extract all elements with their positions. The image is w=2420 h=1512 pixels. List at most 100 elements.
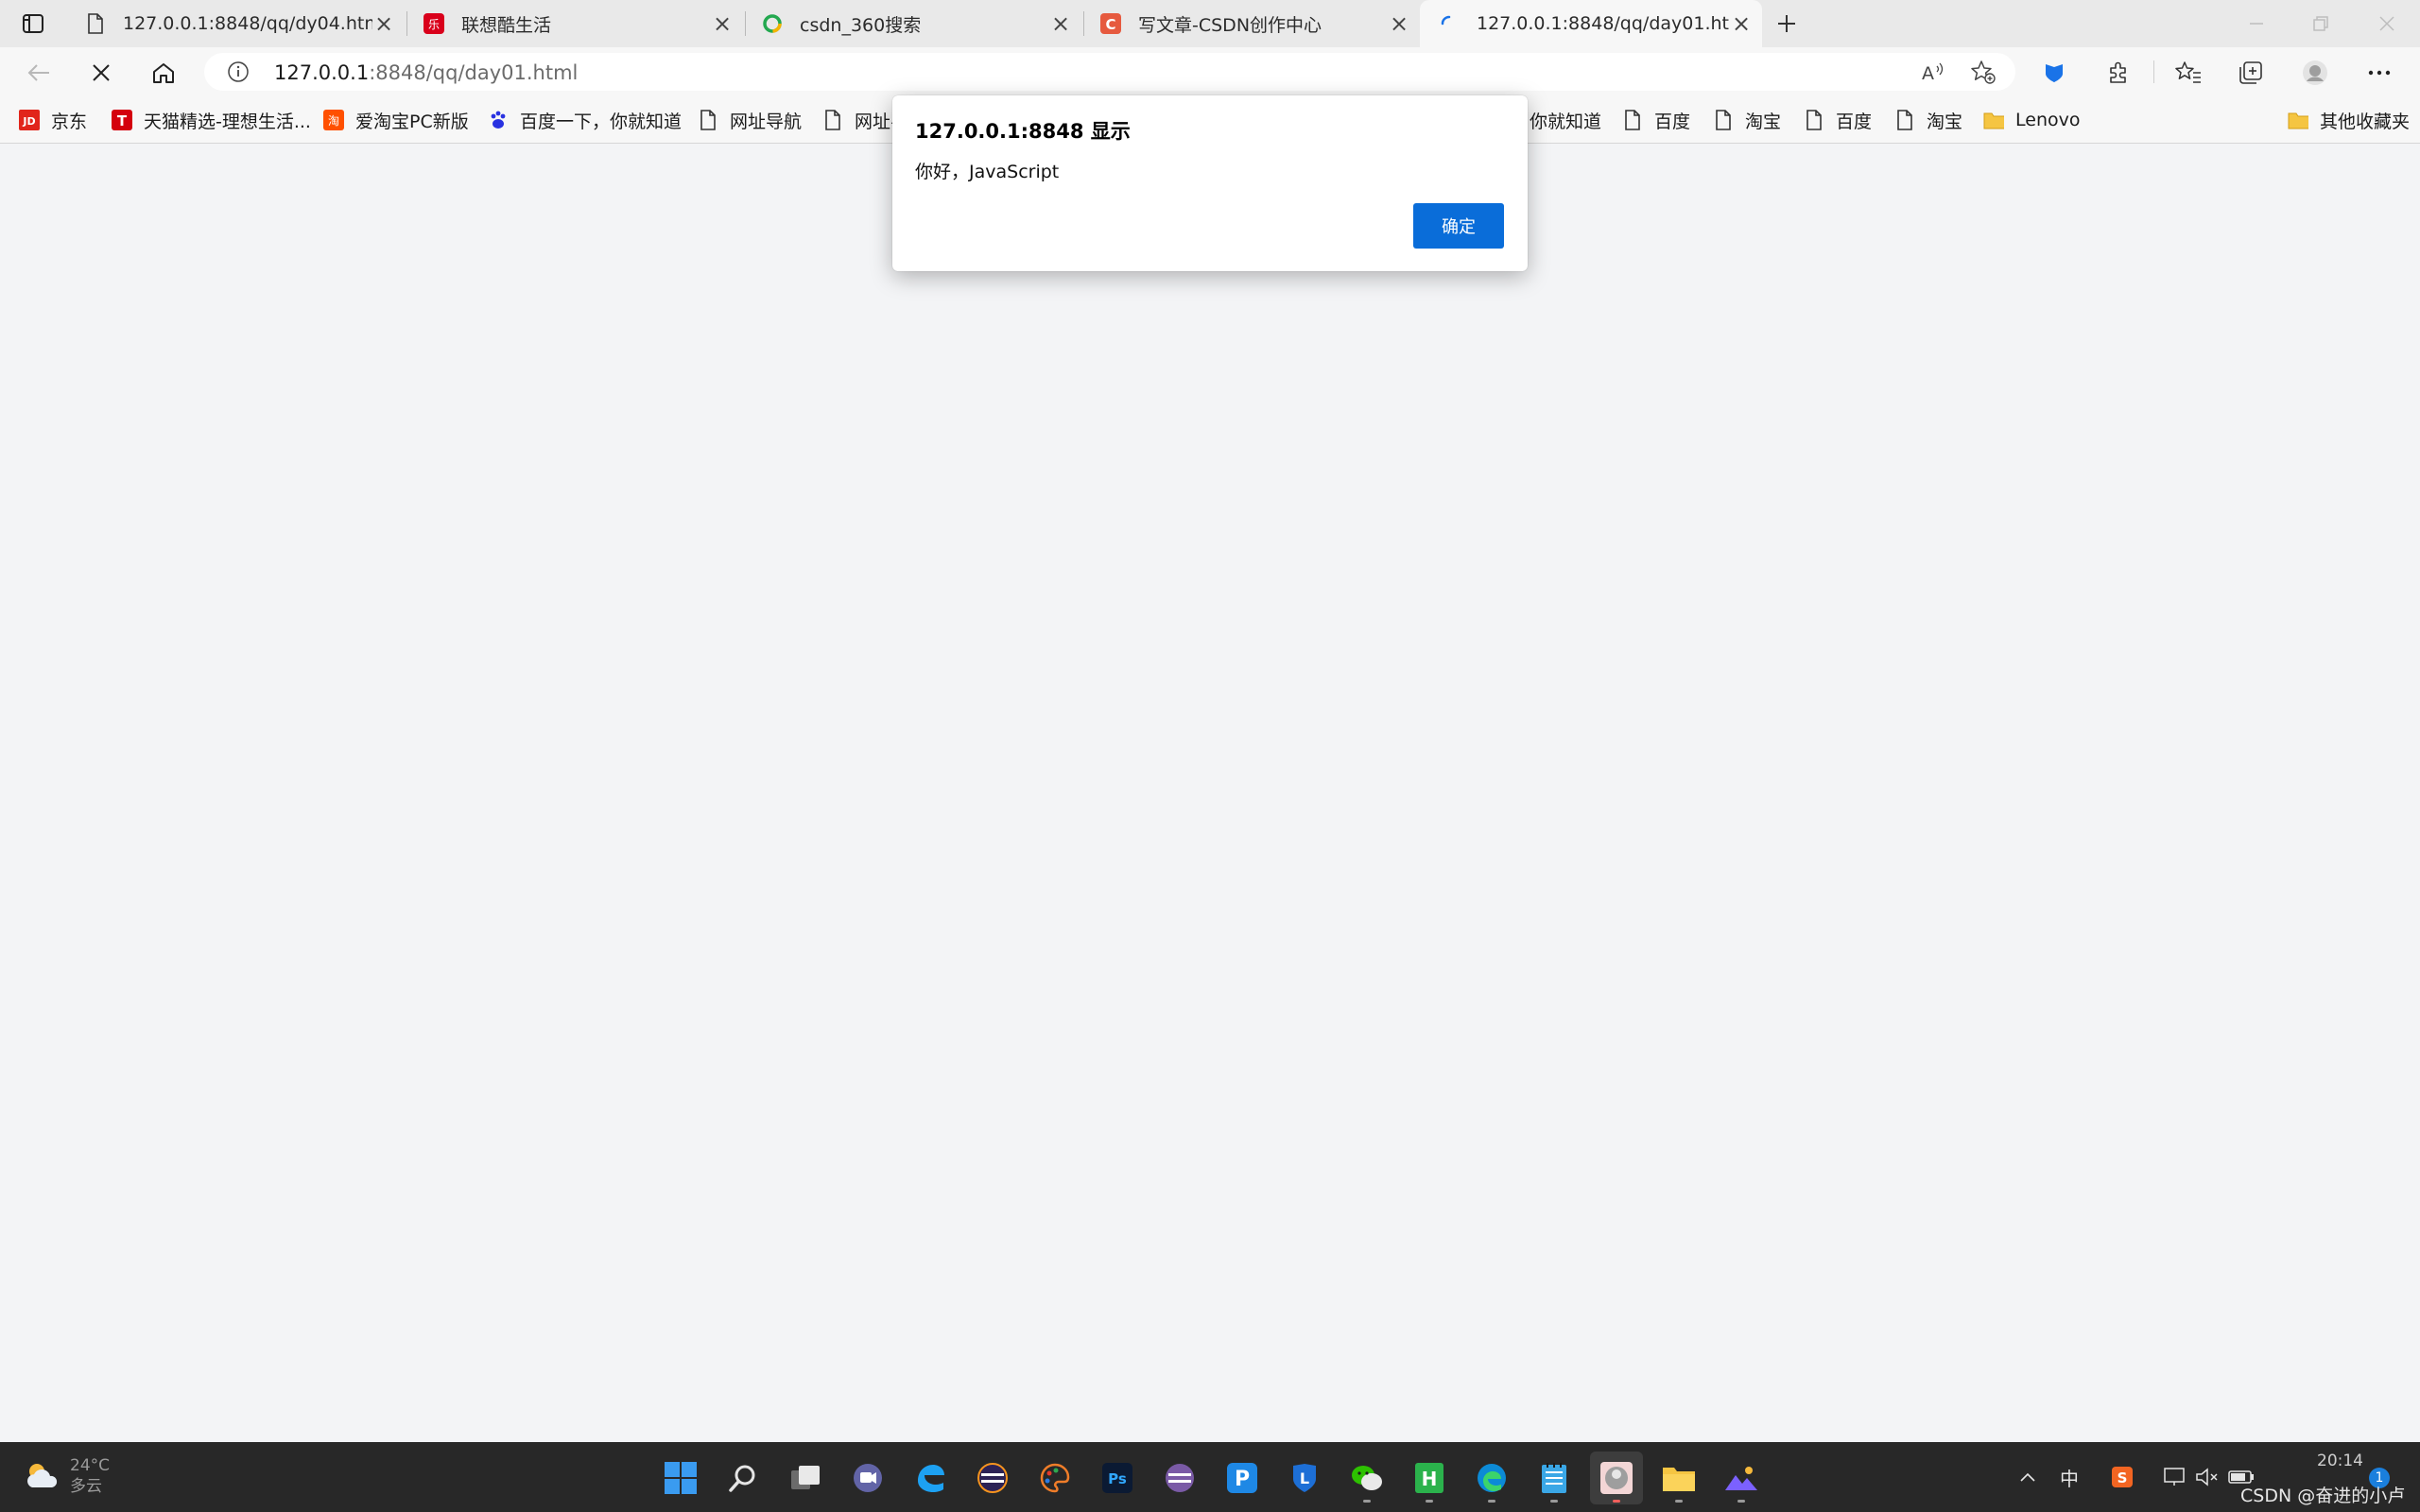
close-icon[interactable]: ×	[1730, 10, 1753, 37]
bookmark-label: 爱淘宝PC新版	[355, 111, 469, 132]
close-window-button[interactable]	[2371, 8, 2403, 40]
bookmark-nav-1[interactable]: 网址导航	[698, 107, 802, 133]
bookmark-label: 天猫精选-理想生活...	[144, 111, 311, 132]
folder-icon	[2288, 110, 2308, 130]
bookmark-label: 其他收藏夹	[2320, 111, 2411, 132]
volume-button[interactable]	[2193, 1463, 2221, 1491]
file-explorer-taskbar-button[interactable]	[1652, 1452, 1705, 1504]
tab-title: 写文章-CSDN创作中心	[1138, 14, 1322, 36]
tab-360-search[interactable]: csdn_360搜索 ×	[743, 0, 1081, 47]
paint-app-taskbar-button[interactable]	[1028, 1452, 1081, 1504]
stop-loading-button[interactable]	[85, 57, 117, 89]
tab-title: 联想酷生活	[461, 14, 552, 36]
info-icon[interactable]	[227, 60, 250, 83]
bookmark-label: 京东	[51, 111, 88, 132]
extension-shield-button[interactable]	[2038, 57, 2070, 89]
edge-taskbar-button[interactable]	[1465, 1452, 1518, 1504]
tab-day01-active[interactable]: 127.0.0.1:8848/qq/day01.html ×	[1420, 0, 1762, 47]
weather-widget[interactable]: 24°C 多云	[23, 1455, 110, 1497]
lenovo-vantage-taskbar-button[interactable]: L	[1278, 1452, 1331, 1504]
svg-text:P: P	[1235, 1468, 1250, 1491]
tab-dy04[interactable]: 127.0.0.1:8848/qq/dy04.html ×	[66, 0, 405, 47]
tab-lenovo[interactable]: 乐 联想酷生活 ×	[405, 0, 743, 47]
new-tab-button[interactable]	[1772, 9, 1802, 39]
extensions-button[interactable]	[2102, 57, 2135, 89]
url-text[interactable]: 127.0.0.1:8848/qq/day01.html	[274, 61, 578, 84]
eclipse-taskbar-button[interactable]	[966, 1452, 1019, 1504]
chevron-up-icon	[2020, 1472, 2035, 1482]
svg-text:L: L	[1300, 1469, 1309, 1487]
hbuilder-taskbar-button[interactable]: H	[1403, 1452, 1456, 1504]
sogou-ime-button[interactable]: S	[2108, 1463, 2136, 1491]
bookmark-baidu[interactable]: 百度一下，你就知道	[488, 107, 682, 133]
address-bar[interactable]: 127.0.0.1:8848/qq/day01.html A	[204, 53, 2015, 91]
alert-message: 你好，JavaScript	[915, 162, 1060, 182]
bookmark-jd[interactable]: JD 京东	[19, 107, 87, 133]
bookmark-label: 百度	[1654, 111, 1691, 132]
csdn-icon: C	[1100, 13, 1121, 34]
system-clock[interactable]: 20:14	[2297, 1452, 2363, 1470]
task-view-icon	[791, 1466, 820, 1489]
other-favorites-folder[interactable]: 其他收藏夹	[2288, 107, 2410, 133]
shield-l-icon: L	[1293, 1464, 1316, 1492]
file-explorer-icon	[1663, 1468, 1695, 1491]
tab-strip: 127.0.0.1:8848/qq/dy04.html × 乐 联想酷生活 × …	[0, 0, 2420, 47]
minimize-icon	[2250, 23, 2263, 25]
bookmark-baidu-2[interactable]: 你就知道	[1530, 107, 1601, 133]
read-aloud-icon[interactable]: A	[1917, 57, 1947, 87]
photoshop-taskbar-button[interactable]: Ps	[1091, 1452, 1144, 1504]
sway-taskbar-button[interactable]	[1715, 1452, 1768, 1504]
profile-button[interactable]	[2299, 57, 2331, 89]
alert-title: 127.0.0.1:8848 显示	[915, 120, 1131, 143]
tab-csdn-write[interactable]: C 写文章-CSDN创作中心 ×	[1081, 0, 1420, 47]
folder-icon	[1983, 110, 2004, 130]
bookmark-taobao-2[interactable]: 淘宝	[1894, 107, 1962, 133]
show-hidden-icons-button[interactable]	[2014, 1463, 2042, 1491]
bookmark-baidu-4[interactable]: 百度	[1804, 107, 1872, 133]
settings-more-button[interactable]	[2363, 57, 2395, 89]
p-app-taskbar-button[interactable]: P	[1216, 1452, 1269, 1504]
bookmark-label: 百度	[1836, 111, 1873, 132]
wechat-taskbar-button[interactable]	[1340, 1452, 1393, 1504]
page-icon	[1894, 110, 1915, 130]
teams-chat-button[interactable]	[841, 1452, 894, 1504]
collections-button[interactable]	[2235, 57, 2267, 89]
task-view-button[interactable]	[779, 1452, 832, 1504]
bookmark-taobao-1[interactable]: 淘宝	[1713, 107, 1781, 133]
search-icon	[729, 1465, 755, 1492]
bookmark-folder-lenovo[interactable]: Lenovo	[1983, 107, 2080, 133]
tab-actions-menu-button[interactable]	[19, 10, 47, 37]
alert-ok-button[interactable]: 确定	[1413, 203, 1504, 249]
close-icon[interactable]: ×	[372, 10, 395, 37]
notepad-taskbar-button[interactable]	[1528, 1452, 1581, 1504]
svg-text:乐: 乐	[428, 18, 440, 31]
back-button[interactable]	[23, 57, 55, 89]
running-indicator	[1426, 1500, 1433, 1503]
minimize-button[interactable]	[2240, 8, 2273, 40]
taskbar-search-button[interactable]	[717, 1452, 769, 1504]
bookmark-baidu-3[interactable]: 百度	[1622, 107, 1690, 133]
close-icon[interactable]: ×	[1388, 10, 1410, 37]
running-indicator	[1488, 1500, 1495, 1503]
user-photo-icon	[1600, 1462, 1633, 1494]
eclipse-2-taskbar-button[interactable]	[1153, 1452, 1206, 1504]
restore-button[interactable]	[2305, 8, 2337, 40]
favorites-button[interactable]	[2172, 57, 2204, 89]
bookmark-tmall[interactable]: T 天猫精选-理想生活...	[112, 107, 311, 133]
favorites-list-icon	[2175, 61, 2201, 83]
edge-legacy-taskbar-button[interactable]	[904, 1452, 957, 1504]
loading-spinner-icon	[1439, 13, 1460, 34]
home-button[interactable]	[147, 57, 180, 89]
close-icon[interactable]: ×	[1049, 10, 1072, 37]
input-method-indicator[interactable]: 中	[2055, 1463, 2083, 1491]
sogou-icon: S	[2112, 1467, 2133, 1487]
page-icon	[1713, 110, 1734, 130]
bookmark-ai-taobao[interactable]: 淘 爱淘宝PC新版	[323, 107, 469, 133]
start-button[interactable]	[654, 1452, 707, 1504]
add-favorite-icon[interactable]	[1968, 57, 1998, 87]
running-indicator	[1737, 1500, 1745, 1503]
mountain-icon	[1725, 1467, 1757, 1490]
close-icon[interactable]: ×	[711, 10, 734, 37]
photos-viewer-taskbar-button[interactable]	[1590, 1452, 1643, 1504]
network-status-button[interactable]	[2161, 1463, 2189, 1491]
